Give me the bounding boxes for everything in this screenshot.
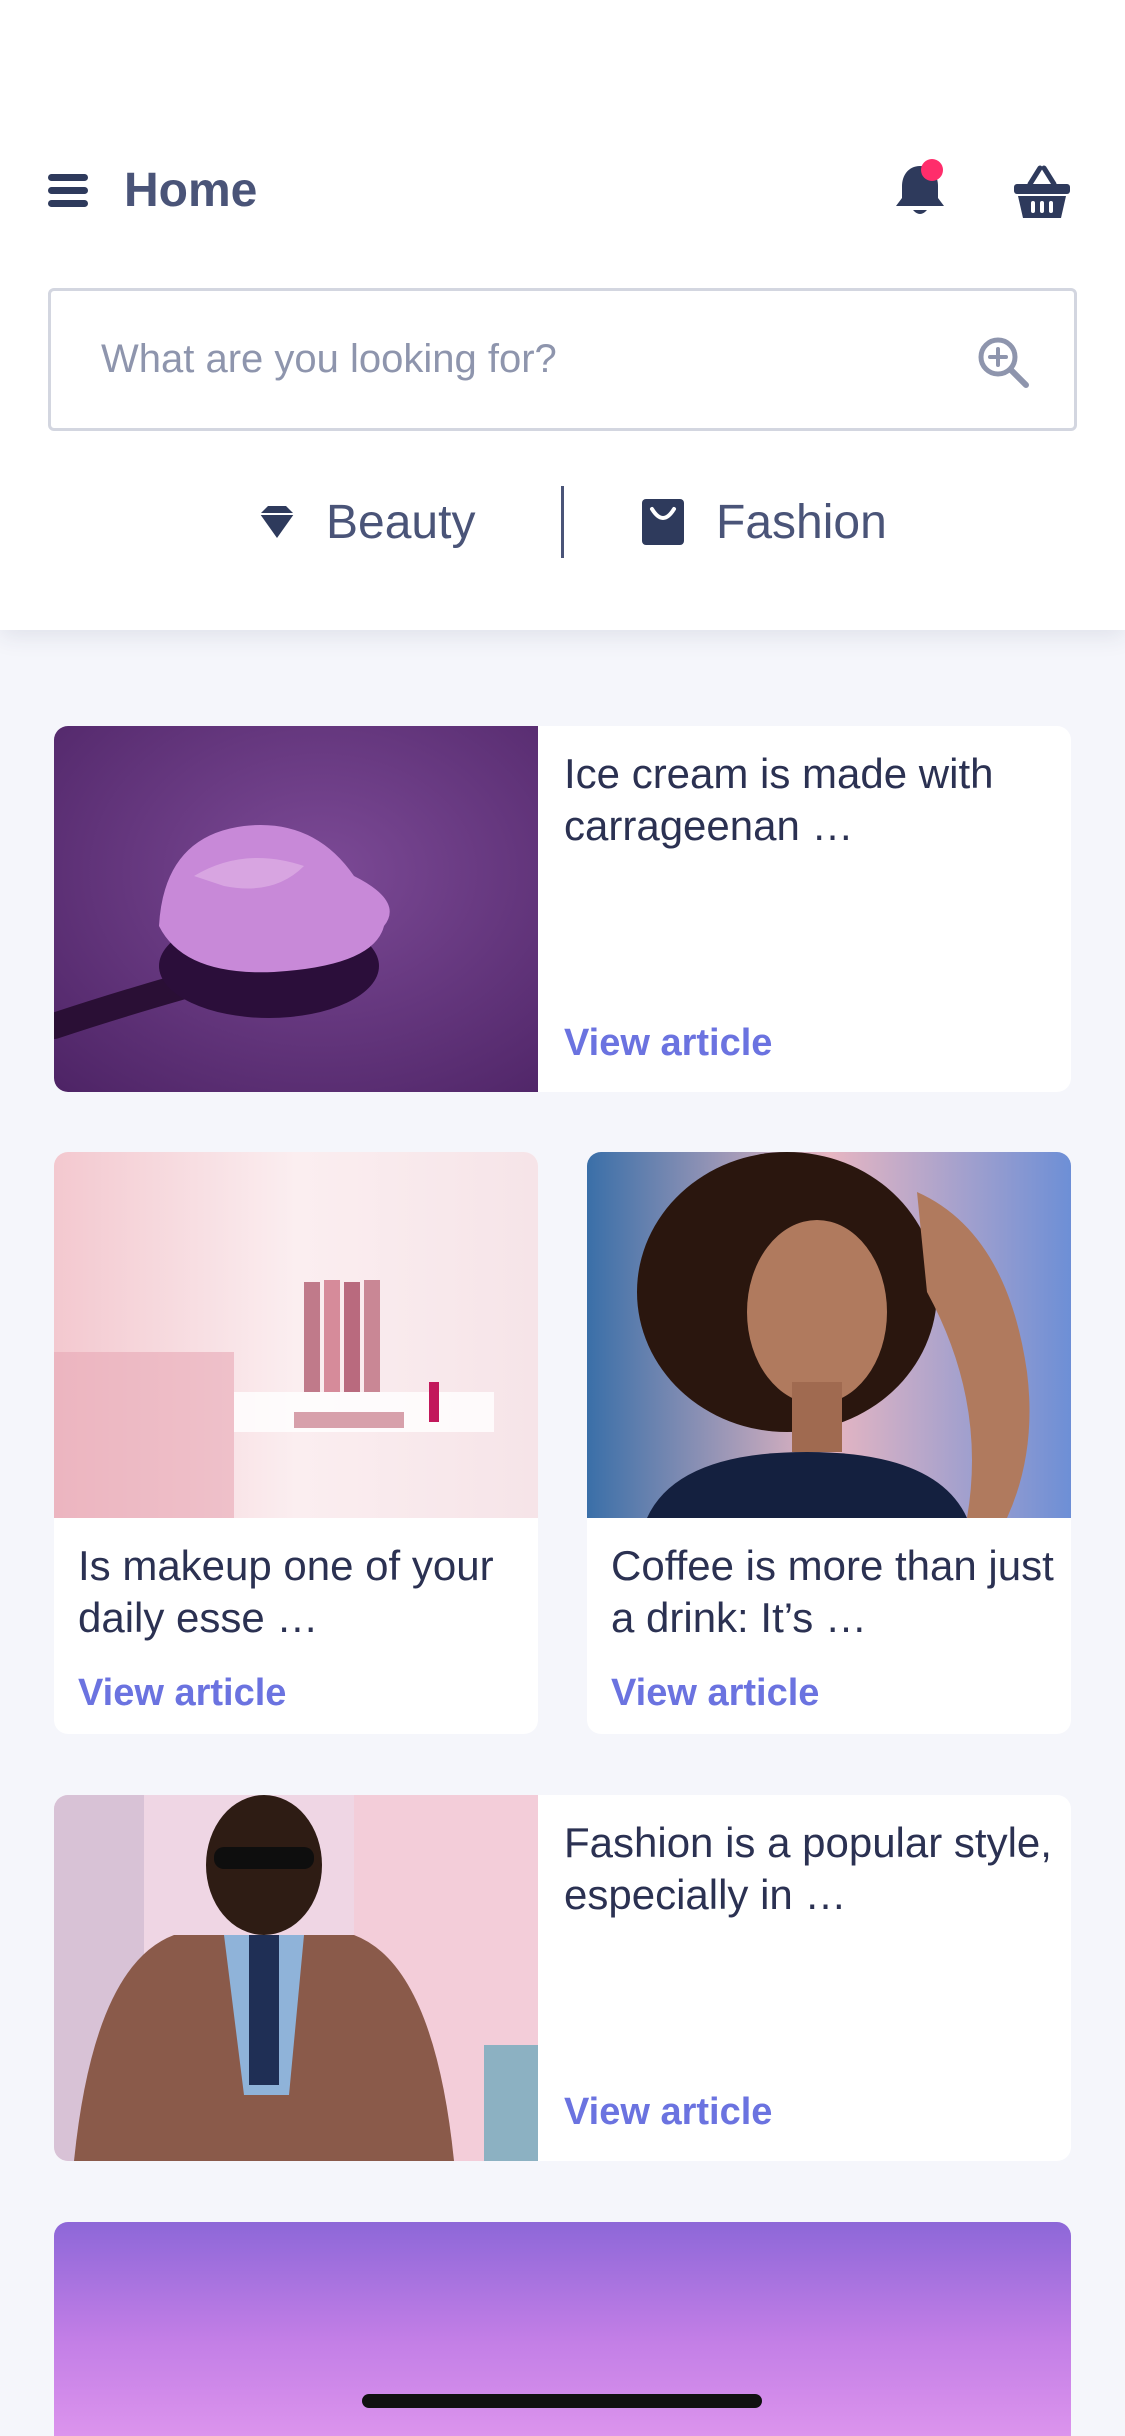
article-title: Coffee is more than just a drink: It’s … (611, 1542, 1054, 1641)
view-article-link[interactable]: View article (611, 1672, 819, 1715)
view-article-link[interactable]: View article (564, 1022, 772, 1065)
app-header: Home What are you looking for? Beauty Fa… (0, 0, 1125, 630)
diamond-icon (260, 506, 294, 538)
article-title: Fashion is a popular style, especially i… (564, 1819, 1052, 1918)
bell-icon[interactable] (890, 158, 950, 220)
page-title: Home (124, 164, 258, 217)
article-title: Ice cream is made with carrageenan … (564, 750, 994, 849)
shopping-bag-icon (642, 499, 684, 545)
category-label: Beauty (326, 495, 476, 549)
search-input[interactable] (51, 291, 1074, 428)
makeup-image (54, 1152, 538, 1518)
article-card[interactable]: Coffee is more than just a drink: It’s …… (587, 1152, 1071, 1734)
category-beauty[interactable]: Beauty (258, 482, 475, 562)
ice-cream-image (54, 726, 538, 1092)
search-plus-icon[interactable] (976, 335, 1030, 389)
article-title: Is makeup one of your daily esse … (78, 1542, 494, 1641)
fashion-man-image (54, 1795, 538, 2161)
view-article-link[interactable]: View article (564, 2091, 772, 2134)
category-fashion[interactable]: Fashion (640, 482, 887, 562)
view-article-link[interactable]: View article (78, 1672, 286, 1715)
article-card[interactable]: Ice cream is made with carrageenan … Vie… (54, 726, 1071, 1092)
portrait-image (587, 1152, 1071, 1518)
category-label: Fashion (716, 495, 887, 549)
home-indicator[interactable] (362, 2394, 762, 2408)
article-card[interactable]: Is makeup one of your daily esse … View … (54, 1152, 538, 1734)
menu-icon[interactable] (44, 166, 94, 214)
search-box (48, 288, 1077, 431)
basket-icon[interactable] (1012, 164, 1072, 220)
article-card[interactable]: Fashion is a popular style, especially i… (54, 1795, 1071, 2161)
notification-dot (921, 159, 943, 181)
category-divider (561, 486, 564, 558)
